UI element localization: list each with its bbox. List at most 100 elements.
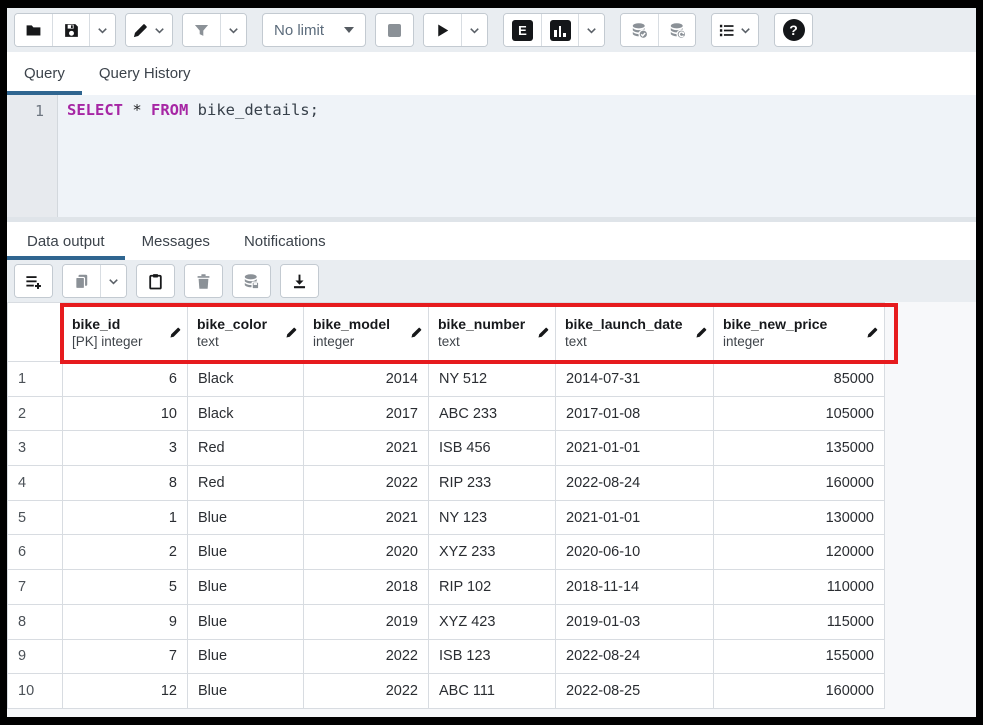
tab-messages[interactable]: Messages	[125, 222, 227, 260]
cell-bike_launch_date[interactable]: 2018-11-14	[556, 570, 714, 605]
cell-bike_color[interactable]: Black	[188, 362, 304, 397]
save-file-button[interactable]	[52, 14, 89, 46]
cell-bike_model[interactable]: 2020	[304, 535, 429, 570]
filter-button[interactable]	[183, 14, 220, 46]
execute-button[interactable]	[424, 14, 461, 46]
explain-button[interactable]: E	[504, 14, 541, 46]
row-number-cell[interactable]: 9	[8, 639, 63, 674]
row-number-cell[interactable]: 6	[8, 535, 63, 570]
cell-bike_new_price[interactable]: 105000	[714, 396, 885, 431]
cell-bike_number[interactable]: RIP 233	[429, 466, 556, 501]
cell-bike_new_price[interactable]: 160000	[714, 674, 885, 709]
cell-bike_color[interactable]: Red	[188, 466, 304, 501]
explain-analyze-button[interactable]	[541, 14, 578, 46]
cell-bike_number[interactable]: XYZ 423	[429, 604, 556, 639]
row-number-cell[interactable]: 7	[8, 570, 63, 605]
cell-bike_new_price[interactable]: 110000	[714, 570, 885, 605]
cell-bike_id[interactable]: 5	[63, 570, 188, 605]
cell-bike_id[interactable]: 9	[63, 604, 188, 639]
row-number-cell[interactable]: 2	[8, 396, 63, 431]
edit-column-icon[interactable]	[410, 326, 423, 339]
edit-column-icon[interactable]	[695, 326, 708, 339]
cell-bike_launch_date[interactable]: 2019-01-03	[556, 604, 714, 639]
cell-bike_number[interactable]: ABC 111	[429, 674, 556, 709]
cell-bike_id[interactable]: 3	[63, 431, 188, 466]
edit-dropdown-button[interactable]	[126, 14, 172, 46]
open-file-button[interactable]	[15, 14, 52, 46]
row-number-cell[interactable]: 10	[8, 674, 63, 709]
column-header-bike_number[interactable]: bike_number text	[429, 303, 556, 362]
execute-dropdown-button[interactable]	[461, 14, 487, 46]
cell-bike_launch_date[interactable]: 2017-01-08	[556, 396, 714, 431]
save-data-changes-button[interactable]	[233, 265, 270, 297]
cell-bike_launch_date[interactable]: 2020-06-10	[556, 535, 714, 570]
cell-bike_id[interactable]: 8	[63, 466, 188, 501]
row-number-cell[interactable]: 3	[8, 431, 63, 466]
cell-bike_color[interactable]: Blue	[188, 535, 304, 570]
row-number-cell[interactable]: 5	[8, 500, 63, 535]
copy-button[interactable]	[63, 265, 100, 297]
cell-bike_new_price[interactable]: 115000	[714, 604, 885, 639]
column-header-bike_model[interactable]: bike_model integer	[304, 303, 429, 362]
cell-bike_new_price[interactable]: 155000	[714, 639, 885, 674]
filter-dropdown-button[interactable]	[220, 14, 246, 46]
rollback-button[interactable]	[658, 14, 695, 46]
macros-dropdown-button[interactable]	[712, 14, 758, 46]
cell-bike_number[interactable]: ABC 233	[429, 396, 556, 431]
cell-bike_new_price[interactable]: 130000	[714, 500, 885, 535]
cell-bike_launch_date[interactable]: 2021-01-01	[556, 431, 714, 466]
cell-bike_launch_date[interactable]: 2021-01-01	[556, 500, 714, 535]
cell-bike_model[interactable]: 2014	[304, 362, 429, 397]
cell-bike_launch_date[interactable]: 2022-08-24	[556, 466, 714, 501]
cell-bike_launch_date[interactable]: 2022-08-24	[556, 639, 714, 674]
column-header-bike_color[interactable]: bike_color text	[188, 303, 304, 362]
copy-dropdown-button[interactable]	[100, 265, 126, 297]
cell-bike_id[interactable]: 2	[63, 535, 188, 570]
cell-bike_id[interactable]: 10	[63, 396, 188, 431]
cell-bike_number[interactable]: NY 123	[429, 500, 556, 535]
cell-bike_launch_date[interactable]: 2014-07-31	[556, 362, 714, 397]
edit-column-icon[interactable]	[169, 326, 182, 339]
cell-bike_color[interactable]: Red	[188, 431, 304, 466]
cell-bike_new_price[interactable]: 120000	[714, 535, 885, 570]
cell-bike_model[interactable]: 2022	[304, 466, 429, 501]
tab-query[interactable]: Query	[7, 52, 82, 95]
cell-bike_model[interactable]: 2022	[304, 639, 429, 674]
tab-query-history[interactable]: Query History	[82, 52, 208, 95]
cell-bike_id[interactable]: 7	[63, 639, 188, 674]
help-button[interactable]: ?	[775, 14, 812, 46]
cell-bike_model[interactable]: 2021	[304, 500, 429, 535]
edit-column-icon[interactable]	[285, 326, 298, 339]
cell-bike_color[interactable]: Blue	[188, 674, 304, 709]
cell-bike_new_price[interactable]: 85000	[714, 362, 885, 397]
stop-button[interactable]	[376, 14, 413, 46]
cell-bike_new_price[interactable]: 135000	[714, 431, 885, 466]
explain-dropdown-button[interactable]	[578, 14, 604, 46]
edit-column-icon[interactable]	[537, 326, 550, 339]
add-row-button[interactable]	[15, 265, 52, 297]
cell-bike_new_price[interactable]: 160000	[714, 466, 885, 501]
save-dropdown-button[interactable]	[89, 14, 115, 46]
sql-code-area[interactable]: SELECT * FROM bike_details;	[58, 95, 976, 217]
column-header-bike_new_price[interactable]: bike_new_price integer	[714, 303, 885, 362]
row-limit-select[interactable]: No limit	[262, 13, 366, 47]
cell-bike_id[interactable]: 12	[63, 674, 188, 709]
cell-bike_model[interactable]: 2019	[304, 604, 429, 639]
cell-bike_color[interactable]: Blue	[188, 570, 304, 605]
download-csv-button[interactable]	[281, 265, 318, 297]
delete-row-button[interactable]	[185, 265, 222, 297]
cell-bike_id[interactable]: 1	[63, 500, 188, 535]
row-number-cell[interactable]: 1	[8, 362, 63, 397]
cell-bike_number[interactable]: ISB 123	[429, 639, 556, 674]
row-number-cell[interactable]: 4	[8, 466, 63, 501]
cell-bike_color[interactable]: Blue	[188, 500, 304, 535]
cell-bike_model[interactable]: 2018	[304, 570, 429, 605]
tab-data-output[interactable]: Data output	[7, 222, 125, 260]
column-header-bike_launch_date[interactable]: bike_launch_date text	[556, 303, 714, 362]
cell-bike_number[interactable]: NY 512	[429, 362, 556, 397]
cell-bike_id[interactable]: 6	[63, 362, 188, 397]
cell-bike_model[interactable]: 2022	[304, 674, 429, 709]
cell-bike_launch_date[interactable]: 2022-08-25	[556, 674, 714, 709]
edit-column-icon[interactable]	[866, 326, 879, 339]
row-number-cell[interactable]: 8	[8, 604, 63, 639]
